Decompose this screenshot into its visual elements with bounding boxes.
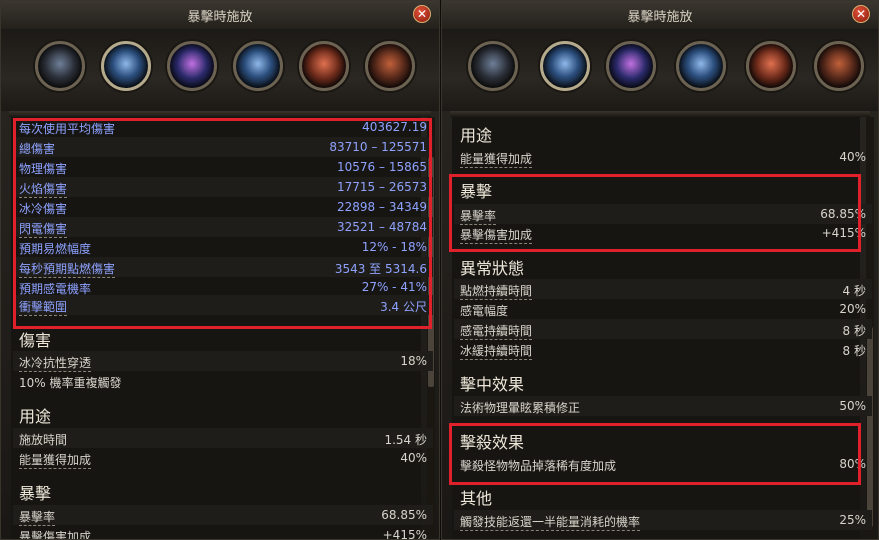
stat-value: 25% [839,513,866,527]
stat-label[interactable]: 暴擊率 [19,508,56,526]
stat-label[interactable]: 觸發技能返還一半能量消耗的機率 [460,513,641,531]
stat-label: 法術物理暈眩累積修正 [460,401,581,415]
stat-value: 20% [839,302,866,316]
stat-row: 暴擊率 68.85% [13,505,433,526]
section-heading-ailment: 異常狀態 [460,259,525,278]
stat-value: 1.54 秒 [384,433,427,447]
stat-row: 冰緩持續時間 8 秒 [454,339,872,360]
gem-socket-icon[interactable] [468,41,518,91]
stat-row: 點燃持續時間 4 秒 [454,279,872,300]
stat-value: 8 秒 [842,324,866,338]
stat-row: 10% 機率重複觸發 [13,371,433,391]
stat-row: 觸發技能返還一半能量消耗的機率 25% [454,510,872,531]
stat-label[interactable]: 暴擊傷害加成 [19,528,91,539]
frost-orb-icon[interactable] [606,41,656,91]
skill-icon-bar [442,29,878,111]
stat-row: 能量獲得加成 40% [454,147,872,168]
stat-value: 40% [400,451,427,465]
gem-socket-icon[interactable] [35,41,85,91]
flame-scroll-icon[interactable] [299,41,349,91]
stat-value: 50% [839,399,866,413]
title-bar: 暴擊時施放 ✕ [442,1,878,30]
tome-icon[interactable] [814,41,864,91]
section-heading-use: 用途 [19,407,52,426]
highlight-box [449,423,861,485]
stat-value: 68.85% [381,508,427,522]
stat-label[interactable]: 能量獲得加成 [19,451,92,469]
stat-label[interactable]: 點燃持續時間 [460,282,533,300]
stat-label: 施放時間 [19,433,68,447]
stat-label[interactable]: 冰緩持續時間 [460,342,533,360]
stat-row: 能量獲得加成 40% [13,448,433,469]
stat-label[interactable]: 能量獲得加成 [460,150,533,168]
skill-details-panel-right: 暴擊時施放 ✕ 用途 能量獲得加成 40% 暴擊 暴擊率 68.85% 暴擊傷害加成… [441,0,879,540]
section-heading-crit: 暴擊 [19,484,52,503]
stat-value: 4 秒 [842,284,866,298]
stat-row: 法術物理暈眩累積修正 50% [454,396,872,416]
orb-icon[interactable] [540,41,590,91]
skill-icon-bar [1,29,439,111]
highlight-box [13,118,432,329]
stat-value: +415% [382,528,427,540]
stat-value: 18% [400,354,427,368]
highlight-box [449,174,861,252]
arcane-sphere-icon[interactable] [233,41,283,91]
stat-label: 10% 機率重複觸發 [19,376,122,390]
section-heading-other: 其他 [460,489,493,508]
arcane-sphere-icon[interactable] [676,41,726,91]
title-bar: 暴擊時施放 ✕ [1,1,439,30]
stat-label[interactable]: 感電持續時間 [460,322,533,340]
panel-title: 暴擊時施放 [187,10,253,25]
frost-orb-icon[interactable] [167,41,217,91]
section-heading-use: 用途 [460,126,493,145]
orb-icon[interactable] [101,41,151,91]
stat-row: 感電幅度 20% [454,299,872,320]
section-heading-on-hit: 擊中效果 [460,375,525,394]
section-heading-damage: 傷害 [19,331,52,350]
stat-row: 感電持續時間 8 秒 [454,319,872,340]
flame-scroll-icon[interactable] [746,41,796,91]
panel-title: 暴擊時施放 [627,10,693,25]
stat-row: 冰冷抗性穿透 18% [13,351,433,372]
close-button[interactable]: ✕ [852,5,870,23]
close-button[interactable]: ✕ [413,5,431,23]
stat-label[interactable]: 感電幅度 [460,302,509,320]
skill-details-panel-left: 暴擊時施放 ✕ 每次使用平均傷害 403627.19 總傷害 83710 – 125… [0,0,440,540]
stat-row: 施放時間 1.54 秒 [13,428,433,448]
stat-row: 暴擊傷害加成 +415% [13,525,433,540]
tome-icon[interactable] [365,41,415,91]
stat-value: 8 秒 [842,344,866,358]
stat-value: 40% [839,150,866,164]
stat-label[interactable]: 冰冷抗性穿透 [19,354,92,372]
